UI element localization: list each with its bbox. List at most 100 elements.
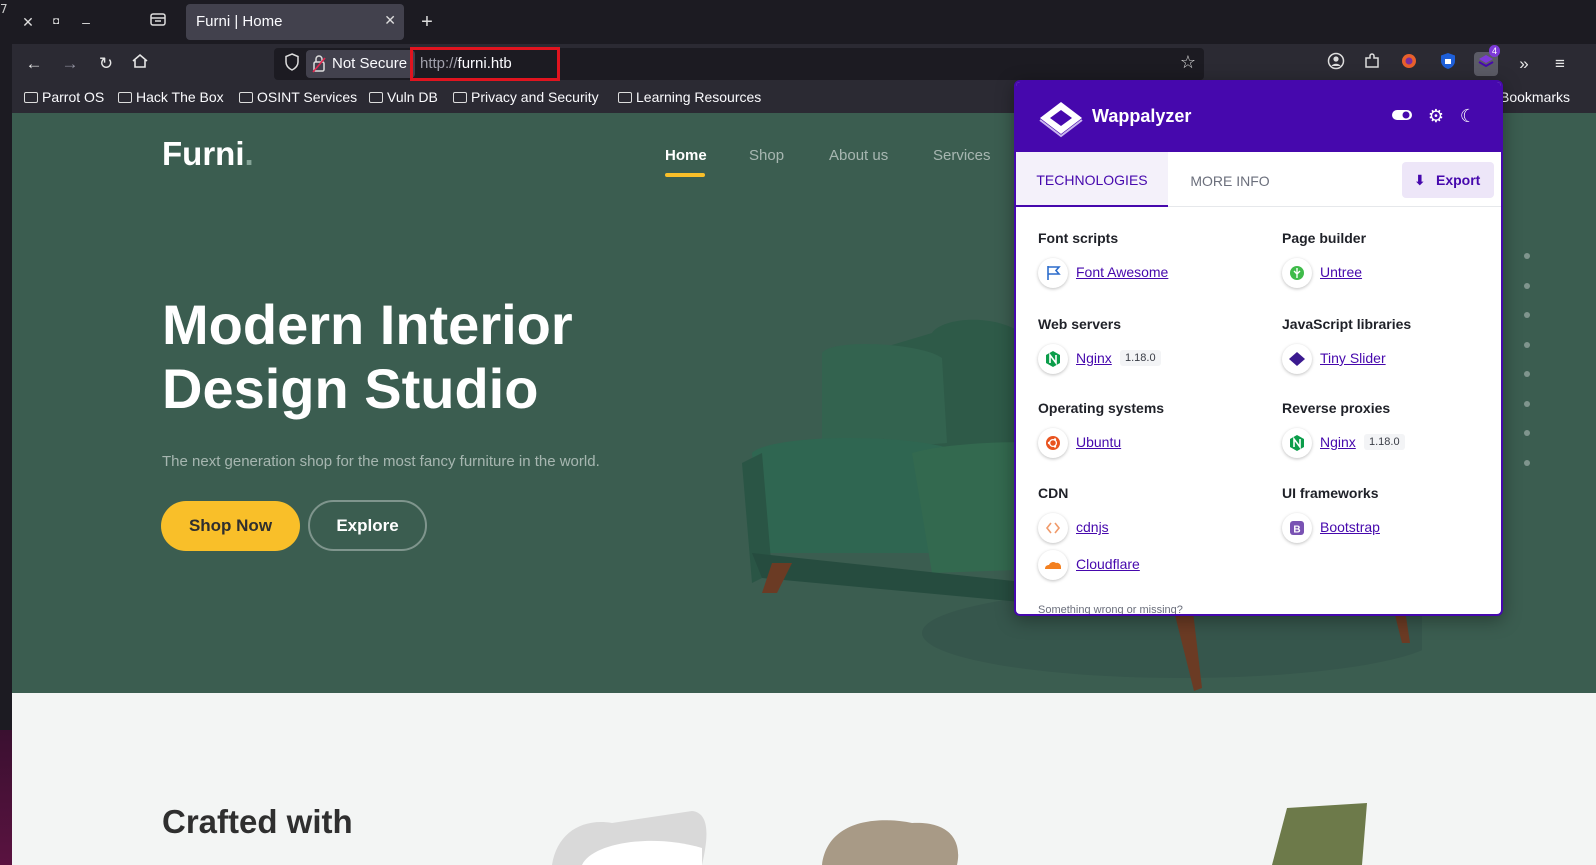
export-button[interactable]: ⬇ Export (1402, 162, 1494, 198)
tab-more-info[interactable]: MORE INFO (1168, 152, 1292, 207)
insecure-lock-icon (312, 50, 326, 88)
url-scheme: http:// (420, 55, 458, 72)
tech-name[interactable]: Untree (1320, 264, 1362, 280)
account-icon[interactable] (1324, 52, 1348, 76)
folder-icon (118, 92, 132, 103)
tech-name[interactable]: cdnjs (1076, 519, 1109, 535)
new-tab-button[interactable]: + (414, 8, 440, 36)
tab-close-icon[interactable]: ✕ (384, 12, 396, 29)
hero-title: Modern Interior Design Studio (162, 293, 662, 421)
decorative-dots (1524, 253, 1534, 473)
nav-about[interactable]: About us (829, 147, 888, 164)
workspace-number: 7 (0, 2, 8, 16)
bookmark-folder[interactable]: Parrot OS (24, 89, 104, 105)
export-label: Export (1436, 172, 1481, 188)
tech-name[interactable]: Ubuntu (1076, 434, 1121, 450)
bookmark-folder[interactable]: OSINT Services (239, 89, 357, 105)
tab-list-icon[interactable] (146, 10, 170, 34)
download-icon: ⬇ (1414, 172, 1426, 188)
tech-name[interactable]: Bootstrap (1320, 519, 1380, 535)
tracking-shield-icon[interactable] (282, 53, 302, 75)
tech-name[interactable]: Font Awesome (1076, 264, 1168, 280)
left-desktop-strip: 7 (0, 0, 12, 865)
other-bookmarks-label: Bookmarks (1500, 89, 1571, 105)
nginx-icon (1282, 428, 1312, 458)
other-bookmarks[interactable]: Bookmarks (1500, 89, 1570, 105)
nav-services[interactable]: Services (933, 147, 991, 164)
untree-icon (1282, 258, 1312, 288)
folder-icon (369, 92, 383, 103)
category-font-scripts: Font scripts (1038, 230, 1119, 246)
reload-icon[interactable]: ↻ (94, 52, 118, 76)
logo-text: Furni (162, 135, 245, 172)
bookmark-label: Hack The Box (136, 89, 224, 105)
tab-technologies[interactable]: TECHNOLOGIES (1016, 152, 1168, 207)
font-awesome-icon (1038, 258, 1068, 288)
bookmark-label: Privacy and Security (471, 89, 599, 105)
cdnjs-icon (1038, 513, 1068, 543)
window-close-icon[interactable]: ✕ (16, 10, 40, 34)
not-secure-indicator[interactable]: Not Secure (306, 50, 416, 78)
extension-badge: 4 (1488, 45, 1500, 57)
product-thumbnails (552, 803, 1367, 865)
bootstrap-icon: B (1282, 513, 1312, 543)
nav-home[interactable]: Home (665, 147, 707, 164)
category-cdn: CDN (1038, 485, 1069, 501)
bookmark-folder[interactable]: Privacy and Security (453, 89, 599, 105)
forward-arrow-icon[interactable]: → (58, 52, 82, 76)
tab-title: Furni | Home (196, 13, 283, 30)
tech-name[interactable]: Cloudflare (1076, 556, 1140, 572)
tech-version: 1.18.0 (1364, 434, 1405, 450)
tech-version: 1.18.0 (1120, 350, 1161, 366)
menu-hamburger-icon[interactable]: ≡ (1548, 52, 1572, 76)
folder-icon (453, 92, 467, 103)
overflow-chevrons-icon[interactable]: » (1512, 52, 1536, 76)
feedback-link[interactable]: Something wrong or missing? (1038, 604, 1183, 614)
bookmark-label: Learning Resources (636, 89, 762, 105)
explore-button[interactable]: Explore (308, 500, 427, 551)
dark-mode-moon-icon[interactable]: ☾ (1456, 104, 1480, 128)
ublock-extension-icon[interactable] (1436, 52, 1460, 76)
tech-name[interactable]: Nginx (1076, 350, 1112, 366)
folder-icon (24, 92, 38, 103)
bookmark-label: OSINT Services (257, 89, 358, 105)
nav-active-underline (665, 173, 705, 177)
url-bar[interactable]: Not Secure http://furni.htb ☆ (274, 47, 1204, 81)
foxyproxy-extension-icon[interactable] (1397, 52, 1421, 76)
wappalyzer-extension-icon[interactable]: 4 (1474, 45, 1500, 76)
tech-name[interactable]: Nginx (1320, 434, 1356, 450)
wappalyzer-logo-icon (1039, 102, 1083, 138)
shop-now-button[interactable]: Shop Now (161, 501, 300, 551)
ubuntu-icon (1038, 428, 1068, 458)
bookmark-folder[interactable]: Vuln DB (369, 89, 438, 105)
site-logo[interactable]: Furni. (162, 135, 254, 173)
navigation-toolbar: ← → ↻ Not Secure http://furni.htb ☆ 4 » … (12, 44, 1596, 84)
window-minimize-icon[interactable]: – (74, 10, 98, 34)
bookmark-star-icon[interactable]: ☆ (1180, 52, 1196, 73)
wappalyzer-tabs: TECHNOLOGIES MORE INFO ⬇ Export (1016, 152, 1501, 207)
home-icon[interactable] (128, 52, 152, 76)
back-arrow-icon[interactable]: ← (22, 52, 46, 76)
nginx-icon (1038, 344, 1068, 374)
toggle-switch-icon[interactable] (1390, 104, 1414, 128)
not-secure-label: Not Secure (332, 55, 408, 72)
category-operating-systems: Operating systems (1038, 400, 1165, 416)
hero-subtitle: The next generation shop for the most fa… (162, 453, 600, 470)
cloudflare-icon (1038, 550, 1068, 580)
settings-gear-icon[interactable]: ⚙ (1424, 104, 1448, 128)
wappalyzer-popup: Wappalyzer ⚙ ☾ TECHNOLOGIES MORE INFO ⬇ … (1014, 80, 1503, 616)
category-web-servers: Web servers (1038, 316, 1122, 332)
nav-shop[interactable]: Shop (749, 147, 784, 164)
window-maximize-icon[interactable]: ◘ (44, 10, 68, 34)
extensions-puzzle-icon[interactable] (1360, 52, 1384, 76)
tech-name[interactable]: Tiny Slider (1320, 350, 1386, 366)
bookmark-folder[interactable]: Learning Resources (618, 89, 761, 105)
url-text[interactable]: http://furni.htb (420, 55, 512, 72)
desktop-background (0, 730, 12, 865)
browser-tab-active[interactable]: Furni | Home ✕ (186, 4, 404, 40)
svg-text:B: B (1293, 525, 1300, 536)
folder-icon (618, 92, 632, 103)
category-javascript-libraries: JavaScript libraries (1282, 316, 1412, 332)
bookmark-folder[interactable]: Hack The Box (118, 89, 224, 105)
hero-title-line: Design Studio (162, 357, 539, 420)
